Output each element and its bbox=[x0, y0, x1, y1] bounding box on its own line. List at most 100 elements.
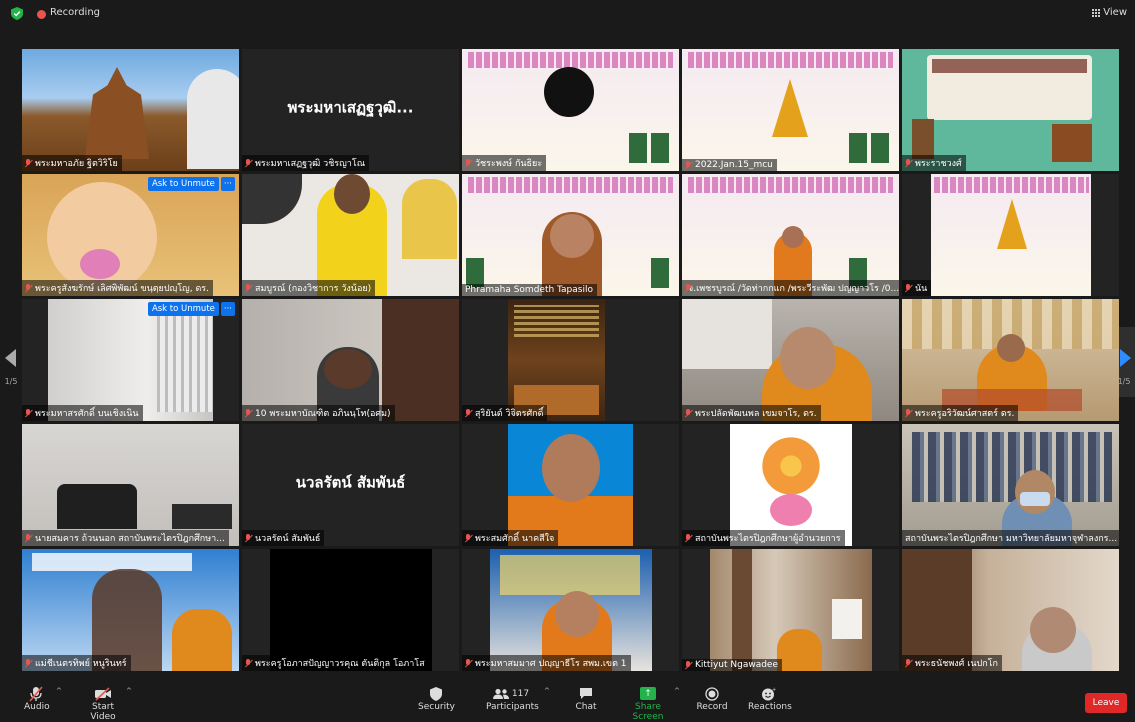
mic-muted-icon bbox=[25, 658, 32, 668]
mic-muted-icon bbox=[25, 283, 32, 293]
mic-muted-icon bbox=[245, 283, 252, 293]
participant-name: วัชระพงษ์ กันธิยะ bbox=[462, 155, 547, 171]
participant-name: 2022.Jan.15_mcu bbox=[682, 159, 777, 171]
participant-name: นัน bbox=[902, 280, 932, 296]
participant-tile[interactable]: จ.เพชรบูรณ์ /วัดท่ากกแก /พระวีระพัฒ ปญญา… bbox=[682, 174, 899, 296]
mic-muted-icon bbox=[245, 533, 252, 543]
more-options-icon[interactable]: ··· bbox=[220, 302, 235, 316]
participant-tile[interactable]: พระครูอริวัฒน์ศาสตร์ ดร. bbox=[902, 299, 1119, 421]
participant-tile[interactable]: นวลรัตน์ สัมพันธ์ นวลรัตน์ สัมพันธ์ bbox=[242, 424, 459, 546]
participant-tile[interactable]: พระสมศักดิ์ นาคสีใจ bbox=[462, 424, 679, 546]
svg-text:+: + bbox=[772, 687, 776, 693]
participant-tile[interactable]: Phramaha Somdeth Tapasilo bbox=[462, 174, 679, 296]
participant-name: พระมหาอภัย ฐิตวิริโย bbox=[22, 155, 122, 171]
participant-tile[interactable]: พระมหาเสฏฐวุฒิ... พระมหาเสฏฐวุฒิ วชิรญาโ… bbox=[242, 49, 459, 171]
participant-name: พระครูสังฆรักษ์ เลิศพิพัฒน์ ขนฺตฺยปญฺโญ,… bbox=[22, 280, 213, 296]
mic-muted-icon bbox=[465, 158, 472, 168]
record-icon bbox=[696, 685, 728, 702]
participant-tile[interactable]: Ask to Unmute ··· พระมหาสรศักดิ์ บนเชิงเน… bbox=[22, 299, 239, 421]
record-button[interactable]: Record bbox=[696, 685, 728, 712]
participant-tile[interactable]: พระมหาอภัย ฐิตวิริโย bbox=[22, 49, 239, 171]
participant-tile-active-speaker[interactable]: สถาบันพระไตรปิฎกศึกษา มหาวิทยาลัยมหาจุฬา… bbox=[902, 424, 1119, 546]
participants-button[interactable]: 117 Participants bbox=[486, 685, 539, 712]
participants-icon: 117 bbox=[486, 685, 536, 702]
chevron-left-icon bbox=[5, 349, 16, 367]
mic-muted-icon bbox=[245, 408, 252, 418]
security-button[interactable]: Security bbox=[418, 685, 455, 712]
participant-name: พระสมศักดิ์ นาคสีใจ bbox=[462, 530, 559, 546]
participant-name: พระธนัชพงศ์ เนปกโก bbox=[902, 655, 1002, 671]
participant-tile[interactable]: Ask to Unmute ··· พระครูสังฆรักษ์ เลิศพิพ… bbox=[22, 174, 239, 296]
chat-bubble-icon bbox=[572, 685, 600, 702]
participant-tile[interactable]: นายสมคาร ถ้วนนอก สถาบันพระไตรปิฎกศึกษา..… bbox=[22, 424, 239, 546]
participant-tile[interactable]: 10 พระมหาบัณฑิต อภินนฺโท(อศม) bbox=[242, 299, 459, 421]
participant-name: พระครูโอภาสปัญญาวรคุณ ตันติกุล โอภาโส bbox=[242, 655, 429, 671]
participant-tile[interactable]: พระมหาสมมาศ ปญฺญาธีโร สพม.เขต 1 bbox=[462, 549, 679, 671]
participant-name: แม่ชีเนตรทิพย์ หนูรินทร์ bbox=[22, 655, 131, 671]
mic-muted-icon bbox=[245, 658, 252, 668]
participant-tile[interactable]: พระปลัดพัฒนพล เขมจาโร, ดร. bbox=[682, 299, 899, 421]
start-video-button[interactable]: Start Video bbox=[78, 685, 128, 722]
previous-page-button[interactable]: 1/5 bbox=[0, 327, 22, 397]
participant-name: พระมหาสรศักดิ์ บนเชิงเนิน bbox=[22, 405, 143, 421]
participant-tile[interactable]: สุริยันต์ วิจิตรศักดิ์ bbox=[462, 299, 679, 421]
participant-name: พระมหาสมมาศ ปญฺญาธีโร สพม.เขต 1 bbox=[462, 655, 631, 671]
video-gallery: พระมหาอภัย ฐิตวิริโย พระมหาเสฏฐวุฒิ... พ… bbox=[22, 49, 1122, 674]
view-button[interactable]: View bbox=[1091, 7, 1127, 18]
participant-tile[interactable]: สมบูรณ์ (กองวิชาการ วังน้อย) bbox=[242, 174, 459, 296]
mic-muted-icon bbox=[25, 158, 32, 168]
audio-button[interactable]: Audio bbox=[24, 685, 50, 712]
participant-name: สถาบันพระไตรปิฎกศึกษาผู้อำนวยการ bbox=[682, 530, 845, 546]
participant-tile[interactable]: พระราชวงศ์ bbox=[902, 49, 1119, 171]
participant-tile[interactable]: 2022.Jan.15_mcu bbox=[682, 49, 899, 171]
participant-tile[interactable]: วัชระพงษ์ กันธิยะ bbox=[462, 49, 679, 171]
participant-name: สมบูรณ์ (กองวิชาการ วังน้อย) bbox=[242, 280, 376, 296]
more-options-icon[interactable]: ··· bbox=[220, 177, 235, 191]
mic-muted-icon bbox=[905, 408, 912, 418]
participants-options-chevron-icon[interactable]: ^ bbox=[544, 687, 550, 695]
mic-muted-icon bbox=[24, 685, 48, 702]
share-screen-label: Share Screen bbox=[632, 702, 664, 722]
chat-button[interactable]: Chat bbox=[572, 685, 600, 712]
leave-button[interactable]: Leave bbox=[1085, 693, 1127, 713]
mic-muted-icon bbox=[465, 408, 472, 418]
participant-display-name: พระมหาเสฏฐวุฒิ... bbox=[287, 98, 414, 117]
shield-icon[interactable] bbox=[11, 7, 23, 20]
security-label: Security bbox=[418, 702, 455, 712]
ask-to-unmute-button[interactable]: Ask to Unmute ··· bbox=[147, 302, 235, 316]
ask-to-unmute-button[interactable]: Ask to Unmute ··· bbox=[147, 177, 235, 191]
participant-name: 10 พระมหาบัณฑิต อภินนฺโท(อศม) bbox=[242, 405, 395, 421]
share-screen-icon: ↑ bbox=[640, 687, 656, 700]
chat-label: Chat bbox=[575, 702, 597, 712]
participant-name: พระมหาเสฏฐวุฒิ วชิรญาโณ bbox=[242, 155, 370, 171]
recording-label: Recording bbox=[50, 7, 101, 18]
share-screen-button[interactable]: ↑ Share Screen bbox=[620, 685, 676, 722]
participant-tile[interactable]: พระครูโอภาสปัญญาวรคุณ ตันติกุล โอภาโส bbox=[242, 549, 459, 671]
page-indicator-left: 1/5 bbox=[4, 377, 18, 386]
participant-tile[interactable]: นัน bbox=[902, 174, 1119, 296]
meeting-toolbar: Audio ^ Start Video ^ Security 117 Parti… bbox=[0, 681, 1135, 722]
participant-tile[interactable]: พระธนัชพงศ์ เนปกโก bbox=[902, 549, 1119, 671]
mic-muted-icon bbox=[685, 160, 692, 170]
participant-name: Kittiyut Ngawadee bbox=[682, 659, 783, 671]
mic-muted-icon bbox=[25, 533, 32, 543]
participant-tile[interactable]: แม่ชีเนตรทิพย์ หนูรินทร์ bbox=[22, 549, 239, 671]
mic-muted-icon bbox=[905, 158, 912, 168]
mic-muted-icon bbox=[465, 533, 472, 543]
mic-muted-icon bbox=[905, 283, 912, 293]
grid-icon bbox=[1091, 8, 1100, 17]
participants-count: 117 bbox=[511, 688, 530, 699]
start-video-label: Start Video bbox=[90, 702, 116, 722]
mic-muted-icon bbox=[905, 658, 912, 668]
share-options-chevron-icon[interactable]: ^ bbox=[674, 687, 680, 695]
participants-label: Participants bbox=[486, 702, 539, 712]
participant-name: จ.เพชรบูรณ์ /วัดท่ากกแก /พระวีระพัฒ ปญญา… bbox=[682, 280, 899, 296]
mic-muted-icon bbox=[685, 533, 692, 543]
video-options-chevron-icon[interactable]: ^ bbox=[126, 687, 132, 695]
participant-tile[interactable]: Kittiyut Ngawadee bbox=[682, 549, 899, 671]
participant-display-name: นวลรัตน์ สัมพันธ์ bbox=[295, 473, 406, 492]
recording-dot-icon bbox=[37, 10, 46, 19]
participant-tile[interactable]: สถาบันพระไตรปิฎกศึกษาผู้อำนวยการ bbox=[682, 424, 899, 546]
reactions-button[interactable]: + Reactions bbox=[748, 685, 792, 713]
audio-options-chevron-icon[interactable]: ^ bbox=[56, 687, 62, 695]
